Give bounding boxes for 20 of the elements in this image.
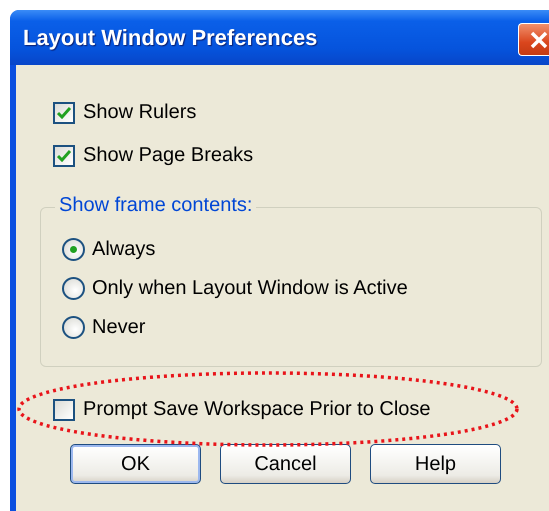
checkbox[interactable] [53,398,75,420]
radio-button[interactable] [62,238,85,261]
checkbox-label: Show Page Breaks [83,144,254,167]
dialog-button[interactable]: Cancel [220,444,351,484]
close-icon [528,30,548,50]
window-title: Layout Window Preferences [23,24,318,50]
dialog-button[interactable]: Help [370,444,501,484]
checkbox[interactable] [53,102,75,124]
radio-label: Never [92,316,146,339]
radio-label: Always [92,238,156,261]
radio-label: Only when Layout Window is Active [92,277,408,300]
checkmark-icon [57,106,71,118]
radio-button[interactable] [62,277,85,300]
checkbox-label: Show Rulers [83,101,196,124]
checkbox-label: Prompt Save Workspace Prior to Close [83,398,431,421]
dialog-button[interactable]: OK [70,444,201,484]
checkmark-icon [57,150,71,162]
close-button[interactable] [518,23,549,56]
checkbox[interactable] [53,144,75,166]
radio-button[interactable] [62,316,85,339]
